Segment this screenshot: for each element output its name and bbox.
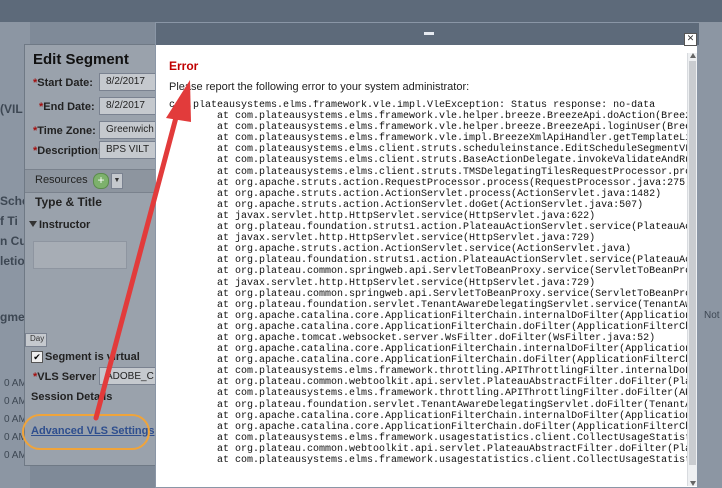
chevron-down-icon[interactable]: ▼: [111, 173, 123, 189]
stack-trace-line: at com.plateausystems.elms.framework.usa…: [217, 455, 689, 466]
stack-trace-line: at javax.servlet.http.HttpServlet.servic…: [169, 233, 596, 245]
background-text-fragment: f Ti: [0, 214, 18, 228]
stack-trace-line: at com.plateausystems.elms.framework.thr…: [217, 388, 689, 400]
stack-trace-line: at com.plateausystems.elms.framework.vle…: [217, 133, 689, 145]
stack-trace-line: at org.plateau.foundation.struts1.action…: [217, 222, 689, 234]
instructor-list: [33, 241, 127, 269]
stack-trace-line: at javax.servlet.http.HttpServlet.servic…: [169, 210, 596, 222]
error-dialog: ✕ Error Please report the following erro…: [155, 22, 699, 488]
stack-trace-line: at com.plateausystems.elms.client.struts…: [217, 144, 689, 156]
stack-trace-line: at org.plateau.foundation.struts1.action…: [217, 255, 689, 267]
background-top-bar: [0, 0, 722, 22]
stack-trace-line: at org.apache.catalina.core.ApplicationF…: [217, 410, 689, 422]
background-text-fragment: letio: [0, 254, 25, 268]
stack-trace-line: at org.plateau.common.webtoolkit.api.ser…: [217, 443, 689, 455]
instructor-group[interactable]: Instructor: [25, 217, 159, 237]
time-zone-label: *Time Zone:: [33, 125, 96, 137]
stack-trace-line: at org.apache.catalina.core.ApplicationF…: [217, 344, 689, 356]
background-right-panel: Not: [698, 22, 722, 488]
session-details-label: Session Details: [31, 391, 113, 403]
stack-trace-line: at com.plateausystems.elms.framework.vle…: [217, 111, 689, 123]
stack-trace-line: at org.plateau.common.springweb.api.Serv…: [169, 288, 689, 300]
stack-trace-line: at org.apache.catalina.core.ApplicationF…: [217, 421, 689, 433]
scroll-down-icon[interactable]: [690, 481, 696, 486]
segment-virtual-label: Segment is virtual: [45, 351, 140, 363]
stack-trace-line: at org.apache.struts.action.ActionServle…: [169, 244, 632, 256]
stack-trace-line: at com.plateausystems.elms.framework.thr…: [217, 366, 689, 378]
stack-trace-line: at org.plateau.common.springweb.api.Serv…: [217, 266, 689, 278]
resources-bar: Resources + ▼: [25, 169, 159, 193]
stack-trace-line: at org.apache.tomcat.websocket.server.Ws…: [169, 332, 656, 344]
error-title: Error: [169, 59, 199, 73]
vertical-scrollbar[interactable]: [687, 53, 697, 486]
stack-trace-line: at com.plateausystems.elms.framework.vle…: [217, 122, 689, 134]
vls-server-label: *VLS Server: [33, 371, 96, 383]
stack-trace-line: at com.plateausystems.elms.client.struts…: [217, 166, 689, 178]
stack-trace-line: at org.apache.catalina.core.ApplicationF…: [217, 321, 689, 333]
stack-trace-line: at org.apache.catalina.core.ApplicationF…: [217, 355, 689, 367]
scroll-up-icon[interactable]: [690, 53, 696, 58]
day-view-button[interactable]: Day: [25, 333, 47, 347]
stack-trace-line: at org.apache.struts.action.RequestProce…: [169, 177, 689, 189]
add-resource-icon[interactable]: +: [93, 173, 109, 189]
background-text-fragment: (VIL: [0, 102, 23, 116]
start-date-label: *Start Date:: [33, 77, 93, 89]
stack-trace: com.plateausystems.elms.framework.vle.im…: [169, 100, 689, 476]
background-text-fragment: Not: [704, 310, 720, 321]
stack-trace-line: at com.plateausystems.elms.framework.usa…: [217, 432, 689, 444]
collapse-triangle-icon[interactable]: [29, 221, 37, 227]
scrollbar-thumb[interactable]: [689, 61, 696, 465]
edit-segment-panel: Edit Segment *Start Date: 8/2/2017 *End …: [24, 44, 169, 466]
stack-trace-line: at org.apache.catalina.core.ApplicationF…: [217, 310, 689, 322]
description-label: *Description:: [33, 145, 102, 157]
minimize-icon[interactable]: [424, 32, 434, 35]
instructor-label: Instructor: [39, 219, 91, 231]
error-message: Please report the following error to you…: [169, 81, 470, 93]
stack-trace-line: com.plateausystems.elms.framework.vle.im…: [169, 100, 656, 111]
stack-trace-line: at com.plateausystems.elms.client.struts…: [217, 155, 689, 167]
dialog-top-bar: [156, 23, 699, 45]
stack-trace-line: at org.plateau.foundation.servlet.Tenant…: [217, 299, 689, 311]
close-icon[interactable]: ✕: [684, 33, 697, 46]
highlight-annotation: [22, 414, 150, 450]
stack-trace-line: at org.apache.struts.action.ActionServle…: [169, 188, 662, 200]
stack-trace-line: at org.plateau.foundation.servlet.Tenant…: [217, 399, 689, 411]
resources-label: Resources: [35, 174, 88, 186]
stack-trace-line: at org.apache.struts.action.ActionServle…: [169, 199, 644, 211]
edit-segment-title: Edit Segment: [33, 51, 129, 68]
type-title-column-header: Type & Title: [35, 195, 102, 209]
stack-trace-line: at org.plateau.common.webtoolkit.api.ser…: [217, 377, 689, 389]
end-date-label: *End Date:: [39, 101, 95, 113]
segment-virtual-checkbox[interactable]: ✔: [31, 351, 43, 363]
background-text-fragment: gme: [0, 310, 25, 324]
stack-trace-line: at javax.servlet.http.HttpServlet.servic…: [169, 277, 596, 289]
